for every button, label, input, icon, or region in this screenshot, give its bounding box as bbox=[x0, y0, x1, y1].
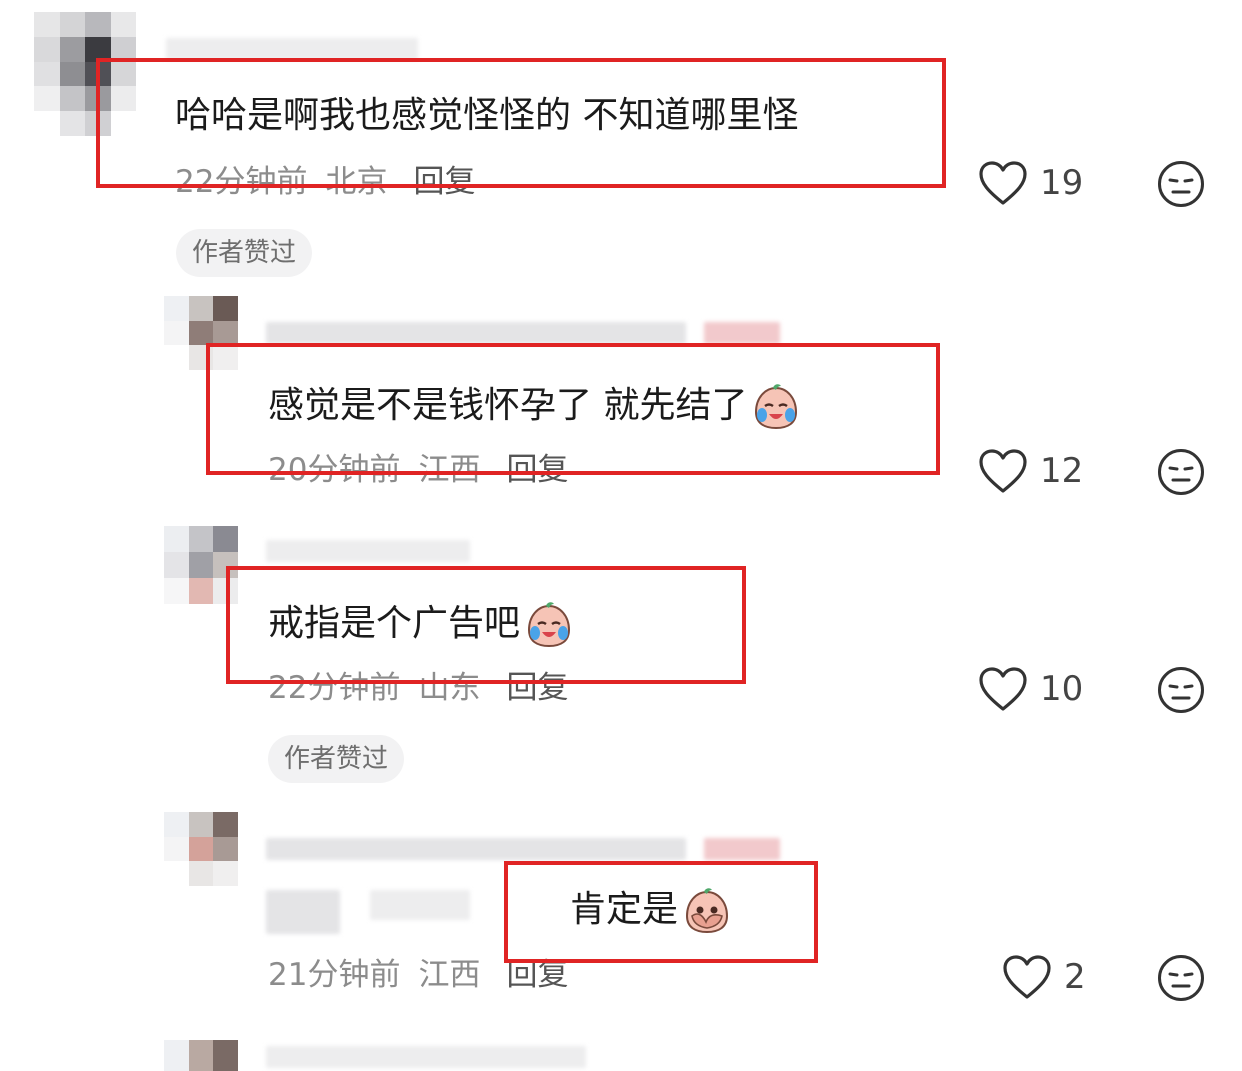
highlight-box bbox=[504, 861, 818, 963]
meh-face-icon[interactable] bbox=[1157, 448, 1205, 496]
reply-target-blurred bbox=[266, 890, 340, 934]
username-blurred[interactable] bbox=[266, 540, 470, 562]
meh-face-icon[interactable] bbox=[1157, 954, 1205, 1002]
username-blurred[interactable] bbox=[266, 1046, 586, 1068]
author-liked-badge: 作者赞过 bbox=[176, 229, 313, 277]
like-count: 2 bbox=[1064, 957, 1086, 997]
meh-face-icon[interactable] bbox=[1157, 666, 1205, 714]
heart-outline-icon bbox=[1003, 955, 1051, 999]
like-button[interactable]: 12 bbox=[978, 448, 1083, 494]
author-liked-badge: 作者赞过 bbox=[268, 735, 405, 783]
reply-target-blurred bbox=[370, 890, 470, 920]
username-blurred[interactable] bbox=[166, 38, 418, 60]
heart-outline-icon bbox=[979, 667, 1027, 711]
badge-blurred bbox=[704, 322, 780, 344]
heart-outline-icon bbox=[979, 161, 1027, 205]
avatar[interactable] bbox=[164, 812, 238, 886]
like-button[interactable]: 19 bbox=[978, 160, 1083, 206]
highlight-box bbox=[206, 343, 940, 475]
highlight-box bbox=[96, 58, 946, 188]
heart-outline-icon bbox=[979, 449, 1027, 493]
meh-face-icon[interactable] bbox=[1157, 160, 1205, 208]
like-button[interactable]: 2 bbox=[1002, 954, 1086, 1000]
avatar[interactable] bbox=[164, 1040, 238, 1071]
like-count: 10 bbox=[1040, 669, 1084, 709]
comment-time: 21分钟前 bbox=[268, 957, 401, 993]
like-count: 19 bbox=[1040, 163, 1084, 203]
like-count: 12 bbox=[1040, 451, 1084, 491]
username-blurred[interactable] bbox=[266, 838, 686, 860]
highlight-box bbox=[226, 566, 746, 684]
like-button[interactable]: 10 bbox=[978, 666, 1083, 712]
username-blurred[interactable] bbox=[266, 322, 686, 344]
comment-region: 江西 bbox=[418, 957, 481, 993]
badge-blurred bbox=[704, 838, 780, 860]
